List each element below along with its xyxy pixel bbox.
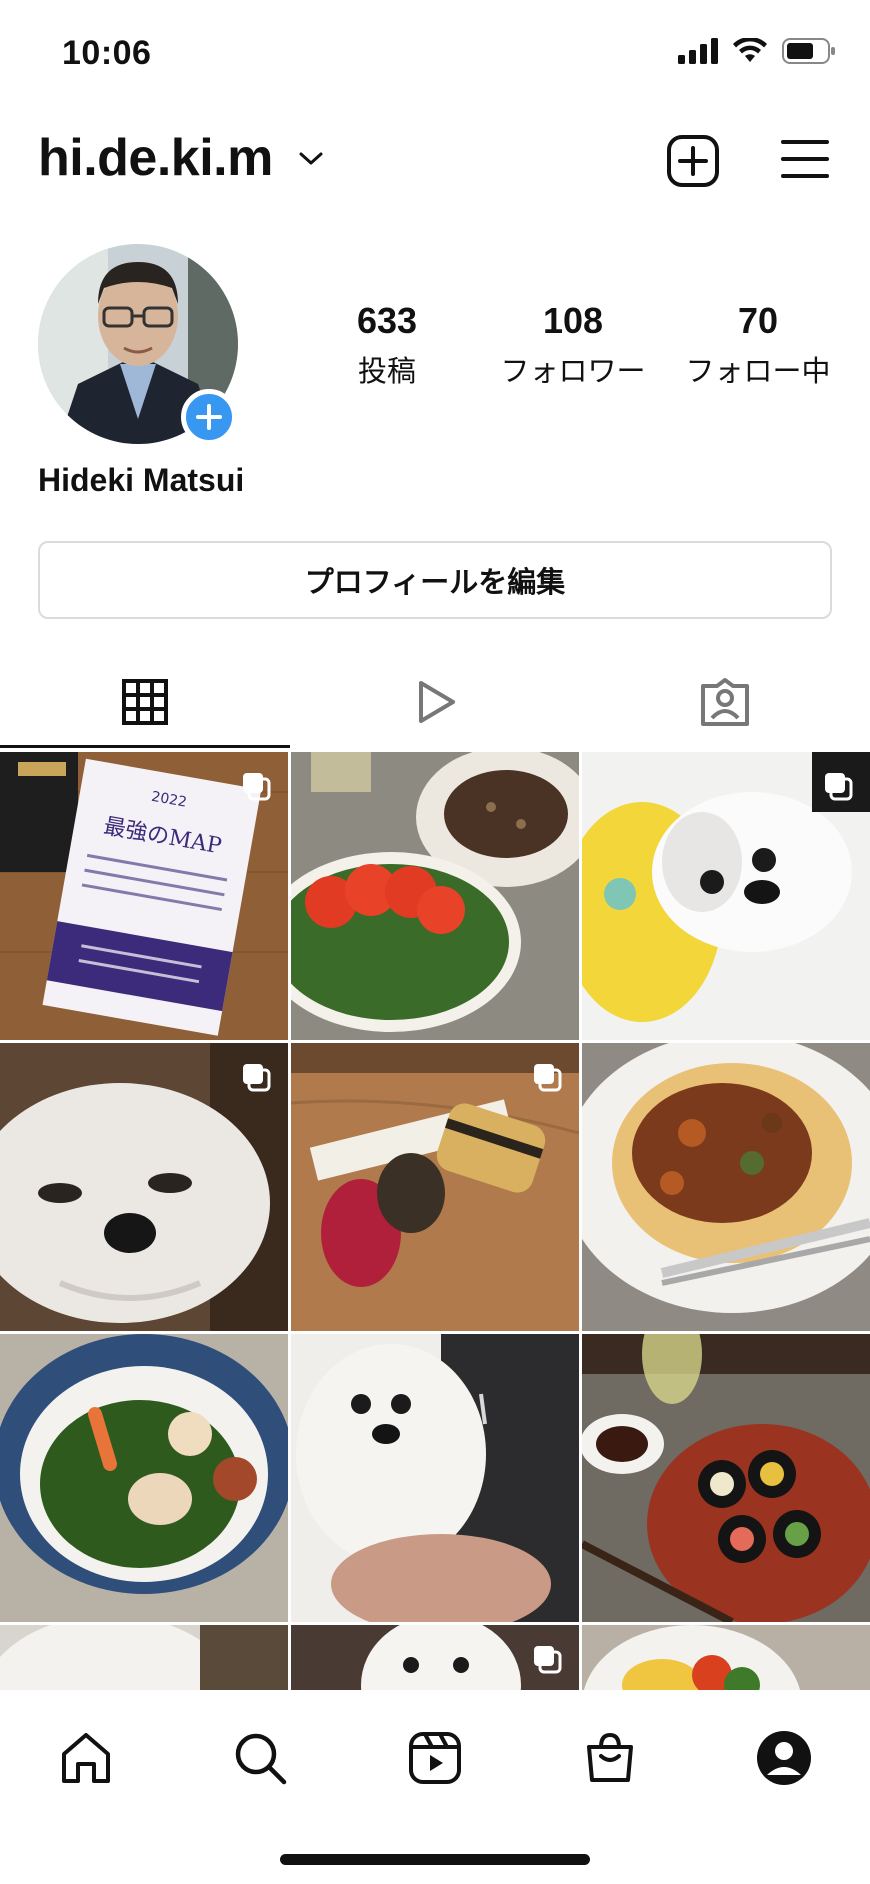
nav-search[interactable] — [230, 1728, 290, 1788]
posts-grid: 2022 最強のMAP — [0, 752, 870, 1690]
post-image — [582, 1625, 870, 1690]
post-thumbnail[interactable] — [291, 1625, 579, 1690]
stat-label: フォロー中 — [685, 354, 831, 388]
nav-shop[interactable] — [580, 1728, 640, 1788]
profile-header: hi.de.ki.m — [0, 120, 870, 200]
post-thumbnail[interactable] — [291, 752, 579, 1040]
status-icons — [678, 38, 836, 64]
following-count[interactable]: 70 フォロー中 — [673, 300, 843, 390]
tagged-person-icon — [701, 677, 749, 726]
post-thumbnail[interactable]: 2022 最強のMAP — [0, 752, 288, 1040]
post-thumbnail[interactable] — [291, 1334, 579, 1622]
plus-icon — [196, 404, 222, 430]
followers-count[interactable]: 108 フォロワー — [488, 300, 658, 390]
username-switcher[interactable]: hi.de.ki.m — [38, 128, 273, 188]
stat-value: 108 — [542, 300, 604, 341]
search-icon — [235, 1733, 287, 1785]
multi-photo-icon — [825, 773, 853, 801]
reels-icon — [409, 1732, 461, 1784]
multi-photo-icon — [243, 773, 271, 801]
post-image — [582, 1043, 870, 1331]
post-image — [582, 1334, 870, 1622]
home-icon — [62, 1733, 110, 1783]
profile-icon — [757, 1731, 811, 1785]
nav-home[interactable] — [56, 1728, 116, 1788]
post-image — [0, 1625, 288, 1690]
post-thumbnail[interactable] — [582, 1334, 870, 1622]
stat-label: フォロワー — [500, 354, 646, 388]
create-post-icon[interactable] — [666, 134, 720, 188]
tab-reels[interactable] — [290, 655, 580, 748]
multi-photo-icon — [243, 1064, 271, 1092]
status-time: 10:06 — [62, 34, 152, 72]
stat-value: 633 — [356, 300, 418, 341]
home-indicator — [280, 1854, 590, 1865]
multi-photo-icon — [534, 1064, 562, 1092]
post-image — [0, 1334, 288, 1622]
multi-photo-icon — [534, 1646, 562, 1674]
post-image — [291, 1334, 579, 1622]
battery-icon — [782, 38, 835, 64]
nav-profile[interactable] — [754, 1728, 814, 1788]
posts-count: 633 投稿 — [302, 300, 472, 390]
nav-reels[interactable] — [405, 1728, 465, 1788]
edit-profile-button[interactable]: プロフィールを編集 — [38, 541, 832, 619]
hamburger-menu-icon[interactable] — [780, 138, 830, 180]
chevron-down-icon[interactable] — [298, 150, 324, 168]
tab-tagged[interactable] — [580, 655, 870, 748]
post-image — [291, 752, 579, 1040]
post-thumbnail[interactable] — [582, 752, 870, 1040]
bottom-tab-bar — [0, 1690, 870, 1884]
grid-icon — [122, 678, 168, 725]
post-thumbnail[interactable] — [0, 1043, 288, 1331]
display-name: Hideki Matsui — [38, 462, 245, 498]
shop-icon — [587, 1732, 633, 1782]
cellular-signal-icon — [678, 38, 718, 64]
profile-tabs — [0, 655, 870, 748]
post-thumbnail[interactable] — [0, 1334, 288, 1622]
wifi-icon — [733, 38, 767, 62]
status-bar: 10:06 — [0, 0, 870, 110]
post-thumbnail[interactable] — [582, 1043, 870, 1331]
active-tab-indicator — [0, 745, 290, 748]
post-thumbnail[interactable] — [0, 1625, 288, 1690]
stat-label: 投稿 — [357, 354, 416, 388]
stat-value: 70 — [737, 300, 779, 341]
post-thumbnail[interactable] — [582, 1625, 870, 1690]
reels-play-icon — [419, 680, 455, 723]
post-thumbnail[interactable] — [291, 1043, 579, 1331]
add-story-button[interactable] — [181, 389, 237, 445]
tab-posts-grid[interactable] — [0, 655, 290, 748]
